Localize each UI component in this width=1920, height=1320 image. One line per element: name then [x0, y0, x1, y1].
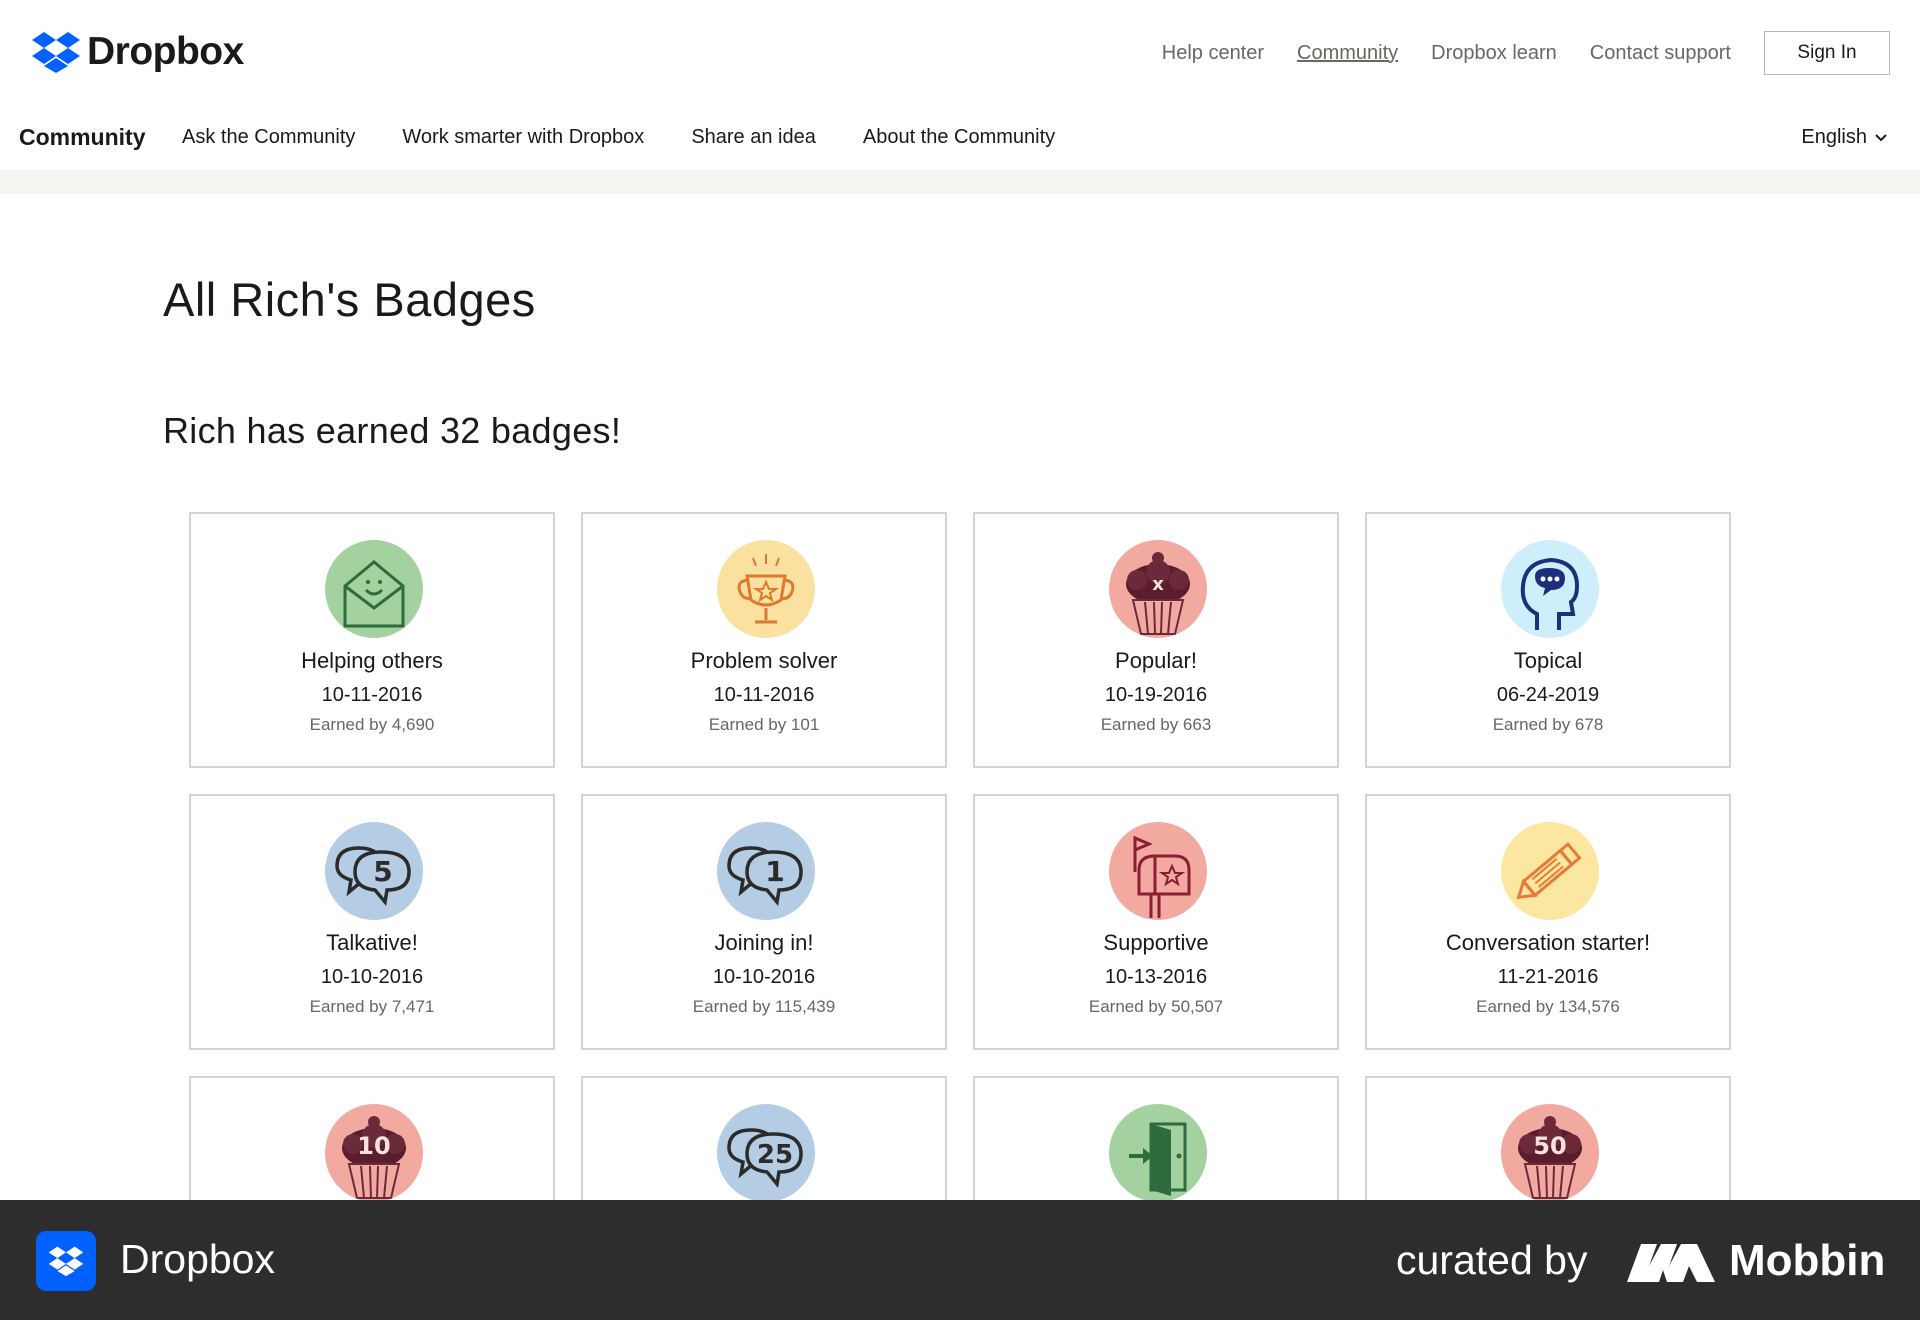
badge-card[interactable]: 5 Talkative! 10-10-2016 Earned by 7,471 — [189, 794, 555, 1050]
speech-bubbles-25-icon: 25 — [717, 1104, 815, 1200]
mailbox-icon — [1109, 822, 1207, 920]
badge-date: 10-10-2016 — [712, 966, 816, 988]
svg-text:25: 25 — [757, 1140, 793, 1170]
badge-card[interactable] — [973, 1076, 1339, 1200]
cupcake-icon: x — [1109, 540, 1207, 638]
nav-title[interactable]: Community — [19, 124, 146, 151]
language-selector[interactable]: English — [1801, 126, 1888, 149]
language-label: English — [1801, 126, 1867, 148]
badge-earned-count: Earned by 115,439 — [692, 997, 836, 1016]
badge-date: 10-11-2016 — [713, 684, 815, 706]
community-nav: Community Ask the Community Work smarter… — [0, 112, 1920, 164]
badge-card[interactable]: 50 — [1365, 1076, 1731, 1200]
nav-item-ask[interactable]: Ask the Community — [182, 126, 355, 149]
cupcake-50-icon: 50 — [1501, 1104, 1599, 1200]
badge-name: Problem solver — [690, 648, 838, 673]
svg-text:5: 5 — [373, 855, 392, 888]
cupcake-10-icon: 10 — [325, 1104, 423, 1200]
badge-date: 10-10-2016 — [320, 966, 424, 988]
badge-card[interactable]: 10 — [189, 1076, 555, 1200]
help-center-link[interactable]: Help center — [1162, 42, 1264, 65]
mobbin-logo: Mobbin — [1627, 1236, 1885, 1286]
top-bar: Dropbox Help center Community Dropbox le… — [0, 0, 1920, 104]
nav-item-about[interactable]: About the Community — [863, 126, 1055, 149]
badge-card[interactable]: x Popular! 10-19-2016 Earned by 663 — [973, 512, 1339, 768]
svg-text:50: 50 — [1533, 1132, 1566, 1160]
badge-card[interactable]: 1 Joining in! 10-10-2016 Earned by 115,439 — [581, 794, 947, 1050]
badge-earned-count: Earned by 101 — [708, 715, 820, 734]
badge-card[interactable]: Supportive 10-13-2016 Earned by 50,507 — [973, 794, 1339, 1050]
badge-name: Talkative! — [326, 930, 418, 955]
dropbox-logo-icon — [32, 32, 80, 73]
badge-date: 10-19-2016 — [1104, 684, 1208, 706]
svg-text:x: x — [1152, 574, 1164, 595]
mobbin-wordmark: Mobbin — [1729, 1236, 1886, 1285]
sign-in-button[interactable]: Sign In — [1764, 31, 1890, 75]
nav-item-share-idea[interactable]: Share an idea — [691, 126, 816, 149]
svg-text:1: 1 — [765, 855, 784, 888]
badge-name: Supportive — [1103, 930, 1209, 955]
badge-earned-count: Earned by 134,576 — [1476, 997, 1620, 1016]
dropbox-learn-link[interactable]: Dropbox learn — [1431, 42, 1557, 65]
nav-item-work-smarter[interactable]: Work smarter with Dropbox — [402, 126, 644, 149]
badge-name: Topical — [1513, 648, 1583, 673]
badge-date: 11-21-2016 — [1497, 966, 1599, 988]
dropbox-app-icon — [36, 1231, 96, 1291]
badge-earned-count: Earned by 7,471 — [309, 997, 435, 1016]
badge-card[interactable]: Helping others 10-11-2016 Earned by 4,690 — [189, 512, 555, 768]
badge-earned-count: Earned by 4,690 — [309, 715, 435, 734]
page-title: All Rich's Badges — [163, 273, 536, 326]
curated-by-label: curated by — [1396, 1237, 1588, 1283]
trophy-icon — [717, 540, 815, 638]
badge-card[interactable]: Conversation starter! 11-21-2016 Earned by… — [1365, 794, 1731, 1050]
dropbox-logo-icon — [48, 1246, 84, 1277]
badge-earned-count: Earned by 663 — [1100, 715, 1212, 734]
dropbox-logo[interactable]: Dropbox — [31, 30, 244, 74]
chevron-down-icon — [1875, 133, 1887, 141]
badge-name: Popular! — [1115, 648, 1197, 673]
mobbin-mark-icon — [1627, 1244, 1715, 1282]
badge-earned-count: Earned by 678 — [1492, 715, 1604, 734]
badges-count-heading: Rich has earned 32 badges! — [163, 410, 622, 451]
footer-brand: Dropbox — [120, 1236, 275, 1282]
badge-name: Helping others — [301, 648, 443, 673]
badge-card[interactable]: 25 — [581, 1076, 947, 1200]
svg-text:10: 10 — [357, 1132, 390, 1160]
badge-card[interactable]: Topical 06-24-2019 Earned by 678 — [1365, 512, 1731, 768]
badge-date: 10-13-2016 — [1104, 966, 1208, 988]
badges-grid: Helping others 10-11-2016 Earned by 4,690 P… — [189, 512, 1733, 1200]
envelope-smile-icon — [325, 540, 423, 638]
speech-bubbles-5-icon: 5 — [325, 822, 423, 920]
badge-name: Conversation starter! — [1445, 930, 1651, 955]
community-link[interactable]: Community — [1297, 42, 1398, 65]
pencil-icon — [1501, 822, 1599, 920]
contact-support-link[interactable]: Contact support — [1590, 42, 1731, 65]
badge-name: Joining in! — [714, 930, 814, 955]
top-links: Help center Community Dropbox learn Cont… — [1129, 31, 1890, 75]
head-chat-icon — [1501, 540, 1599, 638]
brand-name: Dropbox — [87, 30, 244, 73]
badge-date: 06-24-2019 — [1496, 684, 1600, 706]
door-icon — [1109, 1104, 1207, 1200]
badge-card[interactable]: Problem solver 10-11-2016 Earned by 101 — [581, 512, 947, 768]
mobbin-footer: Dropbox curated by Mobbin — [0, 1200, 1920, 1320]
badge-date: 10-11-2016 — [321, 684, 423, 706]
badge-earned-count: Earned by 50,507 — [1088, 997, 1224, 1016]
speech-bubbles-1-icon: 1 — [717, 822, 815, 920]
nav-divider-band — [0, 170, 1920, 194]
nav-items: Ask the Community Work smarter with Drop… — [182, 126, 1102, 149]
